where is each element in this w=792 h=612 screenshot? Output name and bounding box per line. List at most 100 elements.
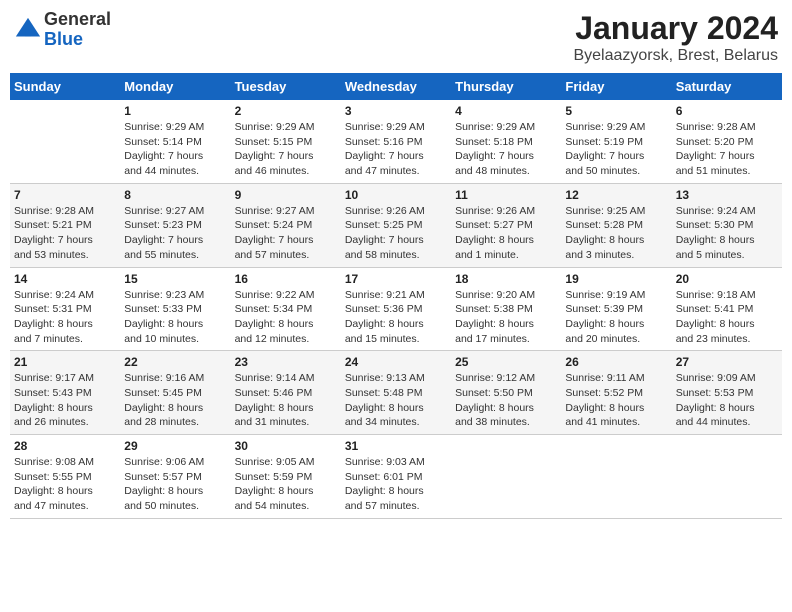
day-info: Sunrise: 9:14 AMSunset: 5:46 PMDaylight:…: [235, 371, 337, 430]
day-number: 23: [235, 355, 337, 369]
logo-blue: Blue: [44, 30, 111, 50]
day-cell: [10, 100, 120, 183]
day-number: 30: [235, 439, 337, 453]
day-info: Sunrise: 9:26 AMSunset: 5:25 PMDaylight:…: [345, 204, 447, 263]
day-info: Sunrise: 9:17 AMSunset: 5:43 PMDaylight:…: [14, 371, 116, 430]
day-info: Sunrise: 9:27 AMSunset: 5:23 PMDaylight:…: [124, 204, 226, 263]
calendar-table: SundayMondayTuesdayWednesdayThursdayFrid…: [10, 73, 782, 519]
day-info: Sunrise: 9:19 AMSunset: 5:39 PMDaylight:…: [565, 288, 667, 347]
day-number: 12: [565, 188, 667, 202]
day-cell: 1Sunrise: 9:29 AMSunset: 5:14 PMDaylight…: [120, 100, 230, 183]
day-info: Sunrise: 9:12 AMSunset: 5:50 PMDaylight:…: [455, 371, 557, 430]
day-cell: 24 Sunrise: 9:13 AMSunset: 5:48 PMDayligh…: [341, 351, 451, 435]
day-cell: 2Sunrise: 9:29 AMSunset: 5:15 PMDaylight…: [231, 100, 341, 183]
day-cell: 21 Sunrise: 9:17 AMSunset: 5:43 PMDayligh…: [10, 351, 120, 435]
header-row: SundayMondayTuesdayWednesdayThursdayFrid…: [10, 73, 782, 100]
day-info: Sunrise: 9:29 AMSunset: 5:16 PMDaylight:…: [345, 120, 447, 179]
day-cell: 19 Sunrise: 9:19 AMSunset: 5:39 PMDayligh…: [561, 267, 671, 351]
day-info: Sunrise: 9:26 AMSunset: 5:27 PMDaylight:…: [455, 204, 557, 263]
day-cell: 3 Sunrise: 9:29 AMSunset: 5:16 PMDaylight…: [341, 100, 451, 183]
day-number: 3: [345, 104, 447, 118]
day-cell: 12 Sunrise: 9:25 AMSunset: 5:28 PMDayligh…: [561, 183, 671, 267]
day-info: Sunrise: 9:20 AMSunset: 5:38 PMDaylight:…: [455, 288, 557, 347]
day-cell: 4Sunrise: 9:29 AMSunset: 5:18 PMDaylight…: [451, 100, 561, 183]
day-info: Sunrise: 9:13 AMSunset: 5:48 PMDaylight:…: [345, 371, 447, 430]
day-cell: 13Sunrise: 9:24 AMSunset: 5:30 PMDayligh…: [672, 183, 782, 267]
day-number: 17: [345, 272, 447, 286]
day-cell: 15 Sunrise: 9:23 AMSunset: 5:33 PMDayligh…: [120, 267, 230, 351]
day-number: 29: [124, 439, 226, 453]
week-row-3: 14Sunrise: 9:24 AMSunset: 5:31 PMDayligh…: [10, 267, 782, 351]
day-info: Sunrise: 9:28 AMSunset: 5:21 PMDaylight:…: [14, 204, 116, 263]
day-info: Sunrise: 9:29 AMSunset: 5:19 PMDaylight:…: [565, 120, 667, 179]
day-cell: 26Sunrise: 9:11 AMSunset: 5:52 PMDayligh…: [561, 351, 671, 435]
header-cell-monday: Monday: [120, 73, 230, 100]
day-number: 24: [345, 355, 447, 369]
day-cell: 31 Sunrise: 9:03 AMSunset: 6:01 PMDayligh…: [341, 435, 451, 519]
day-info: Sunrise: 9:21 AMSunset: 5:36 PMDaylight:…: [345, 288, 447, 347]
day-info: Sunrise: 9:22 AMSunset: 5:34 PMDaylight:…: [235, 288, 337, 347]
day-info: Sunrise: 9:06 AMSunset: 5:57 PMDaylight:…: [124, 455, 226, 514]
logo: General Blue: [14, 10, 111, 50]
page-header: General Blue January 2024 Byelaazyorsk, …: [10, 10, 782, 65]
day-number: 11: [455, 188, 557, 202]
day-info: Sunrise: 9:27 AMSunset: 5:24 PMDaylight:…: [235, 204, 337, 263]
day-cell: [451, 435, 561, 519]
week-row-5: 28 Sunrise: 9:08 AMSunset: 5:55 PMDayligh…: [10, 435, 782, 519]
day-number: 9: [235, 188, 337, 202]
week-row-1: 1Sunrise: 9:29 AMSunset: 5:14 PMDaylight…: [10, 100, 782, 183]
day-number: 15: [124, 272, 226, 286]
day-number: 5: [565, 104, 667, 118]
day-cell: 6 Sunrise: 9:28 AMSunset: 5:20 PMDaylight…: [672, 100, 782, 183]
day-info: Sunrise: 9:16 AMSunset: 5:45 PMDaylight:…: [124, 371, 226, 430]
day-number: 20: [676, 272, 778, 286]
header-cell-friday: Friday: [561, 73, 671, 100]
day-cell: 28 Sunrise: 9:08 AMSunset: 5:55 PMDayligh…: [10, 435, 120, 519]
calendar-subtitle: Byelaazyorsk, Brest, Belarus: [573, 47, 778, 65]
day-number: 2: [235, 104, 337, 118]
day-number: 28: [14, 439, 116, 453]
day-cell: 20 Sunrise: 9:18 AMSunset: 5:41 PMDayligh…: [672, 267, 782, 351]
day-cell: 7Sunrise: 9:28 AMSunset: 5:21 PMDaylight…: [10, 183, 120, 267]
day-cell: [561, 435, 671, 519]
day-info: Sunrise: 9:03 AMSunset: 6:01 PMDaylight:…: [345, 455, 447, 514]
day-info: Sunrise: 9:24 AMSunset: 5:30 PMDaylight:…: [676, 204, 778, 263]
title-block: January 2024 Byelaazyorsk, Brest, Belaru…: [573, 10, 778, 65]
day-number: 31: [345, 439, 447, 453]
day-info: Sunrise: 9:11 AMSunset: 5:52 PMDaylight:…: [565, 371, 667, 430]
day-cell: 5 Sunrise: 9:29 AMSunset: 5:19 PMDaylight…: [561, 100, 671, 183]
day-cell: 23 Sunrise: 9:14 AMSunset: 5:46 PMDayligh…: [231, 351, 341, 435]
logo-general: General: [44, 10, 111, 30]
logo-text: General Blue: [44, 10, 111, 50]
day-cell: 11 Sunrise: 9:26 AMSunset: 5:27 PMDayligh…: [451, 183, 561, 267]
day-number: 10: [345, 188, 447, 202]
day-cell: 27 Sunrise: 9:09 AMSunset: 5:53 PMDayligh…: [672, 351, 782, 435]
day-info: Sunrise: 9:29 AMSunset: 5:18 PMDaylight:…: [455, 120, 557, 179]
day-number: 19: [565, 272, 667, 286]
day-number: 8: [124, 188, 226, 202]
day-number: 25: [455, 355, 557, 369]
header-cell-tuesday: Tuesday: [231, 73, 341, 100]
day-info: Sunrise: 9:25 AMSunset: 5:28 PMDaylight:…: [565, 204, 667, 263]
day-number: 18: [455, 272, 557, 286]
day-number: 21: [14, 355, 116, 369]
day-cell: 14Sunrise: 9:24 AMSunset: 5:31 PMDayligh…: [10, 267, 120, 351]
day-cell: 17 Sunrise: 9:21 AMSunset: 5:36 PMDayligh…: [341, 267, 451, 351]
day-cell: [672, 435, 782, 519]
day-cell: 10 Sunrise: 9:26 AMSunset: 5:25 PMDayligh…: [341, 183, 451, 267]
day-info: Sunrise: 9:08 AMSunset: 5:55 PMDaylight:…: [14, 455, 116, 514]
day-info: Sunrise: 9:28 AMSunset: 5:20 PMDaylight:…: [676, 120, 778, 179]
logo-icon: [14, 16, 42, 44]
header-cell-sunday: Sunday: [10, 73, 120, 100]
day-number: 27: [676, 355, 778, 369]
day-info: Sunrise: 9:23 AMSunset: 5:33 PMDaylight:…: [124, 288, 226, 347]
day-info: Sunrise: 9:05 AMSunset: 5:59 PMDaylight:…: [235, 455, 337, 514]
day-cell: 16 Sunrise: 9:22 AMSunset: 5:34 PMDayligh…: [231, 267, 341, 351]
day-info: Sunrise: 9:09 AMSunset: 5:53 PMDaylight:…: [676, 371, 778, 430]
header-cell-thursday: Thursday: [451, 73, 561, 100]
day-number: 16: [235, 272, 337, 286]
header-cell-saturday: Saturday: [672, 73, 782, 100]
day-number: 6: [676, 104, 778, 118]
calendar-header: SundayMondayTuesdayWednesdayThursdayFrid…: [10, 73, 782, 100]
day-info: Sunrise: 9:18 AMSunset: 5:41 PMDaylight:…: [676, 288, 778, 347]
